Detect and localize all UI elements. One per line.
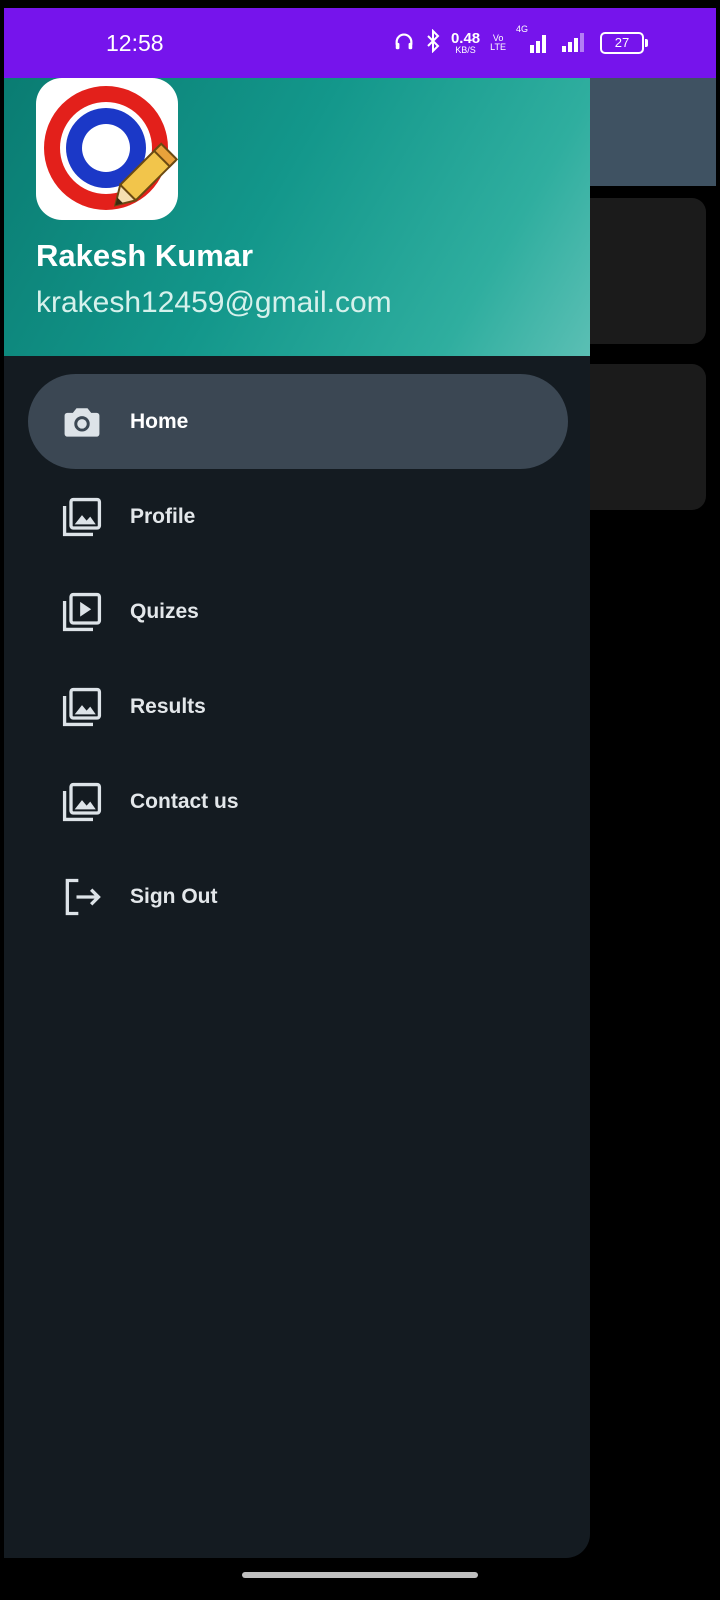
network-speed: 0.48 KB/S bbox=[451, 31, 480, 55]
app-logo bbox=[36, 78, 178, 220]
menu-item-label: Results bbox=[130, 694, 206, 718]
battery-icon: 27 bbox=[600, 32, 648, 54]
home-indicator[interactable] bbox=[242, 1572, 478, 1578]
network-speed-value: 0.48 bbox=[450, 30, 481, 47]
bluetooth-icon bbox=[425, 28, 441, 57]
menu-item-results[interactable]: Results bbox=[28, 659, 568, 754]
screen: 12:58 0.48 KB/S Vo LTE 4G 27 Rakesh Kuma… bbox=[0, 0, 720, 1600]
status-time: 12:58 bbox=[106, 30, 164, 56]
signal-icon bbox=[560, 30, 586, 56]
volte-bottom: LTE bbox=[490, 42, 506, 52]
network-type: 4G bbox=[516, 24, 529, 34]
headphones-icon bbox=[393, 30, 415, 56]
menu-item-quizes[interactable]: Quizes bbox=[28, 564, 568, 659]
menu-item-label: Sign Out bbox=[130, 884, 218, 908]
menu-item-profile[interactable]: Profile bbox=[28, 469, 568, 564]
status-icons: 0.48 KB/S Vo LTE 4G bbox=[393, 8, 586, 78]
signal-4g-icon: 4G bbox=[516, 25, 550, 55]
status-bar: 12:58 0.48 KB/S Vo LTE 4G 27 bbox=[4, 8, 716, 78]
menu-item-label: Profile bbox=[130, 504, 196, 528]
sign-out-icon bbox=[60, 875, 104, 919]
navigation-drawer[interactable]: Rakesh Kumar krakesh12459@gmail.com Home… bbox=[4, 78, 590, 1558]
photo-library-icon bbox=[60, 685, 104, 729]
drawer-header: Rakesh Kumar krakesh12459@gmail.com bbox=[4, 78, 590, 356]
camera-icon bbox=[60, 400, 104, 444]
menu-item-label: Contact us bbox=[130, 789, 239, 813]
menu-item-label: Quizes bbox=[130, 599, 199, 623]
video-library-icon bbox=[60, 590, 104, 634]
menu-item-sign-out[interactable]: Sign Out bbox=[28, 849, 568, 944]
volte-badge: Vo LTE bbox=[490, 34, 506, 52]
menu-item-home[interactable]: Home bbox=[28, 374, 568, 469]
photo-library-icon bbox=[60, 495, 104, 539]
battery-level: 27 bbox=[614, 35, 630, 50]
user-email: krakesh12459@gmail.com bbox=[36, 286, 392, 319]
menu-item-contact-us[interactable]: Contact us bbox=[28, 754, 568, 849]
photo-library-icon bbox=[60, 780, 104, 824]
drawer-menu: Home Profile Quizes Results Contact us S… bbox=[4, 374, 590, 944]
menu-item-label: Home bbox=[130, 409, 189, 433]
user-name: Rakesh Kumar bbox=[36, 238, 254, 273]
network-speed-unit: KB/S bbox=[455, 45, 476, 55]
